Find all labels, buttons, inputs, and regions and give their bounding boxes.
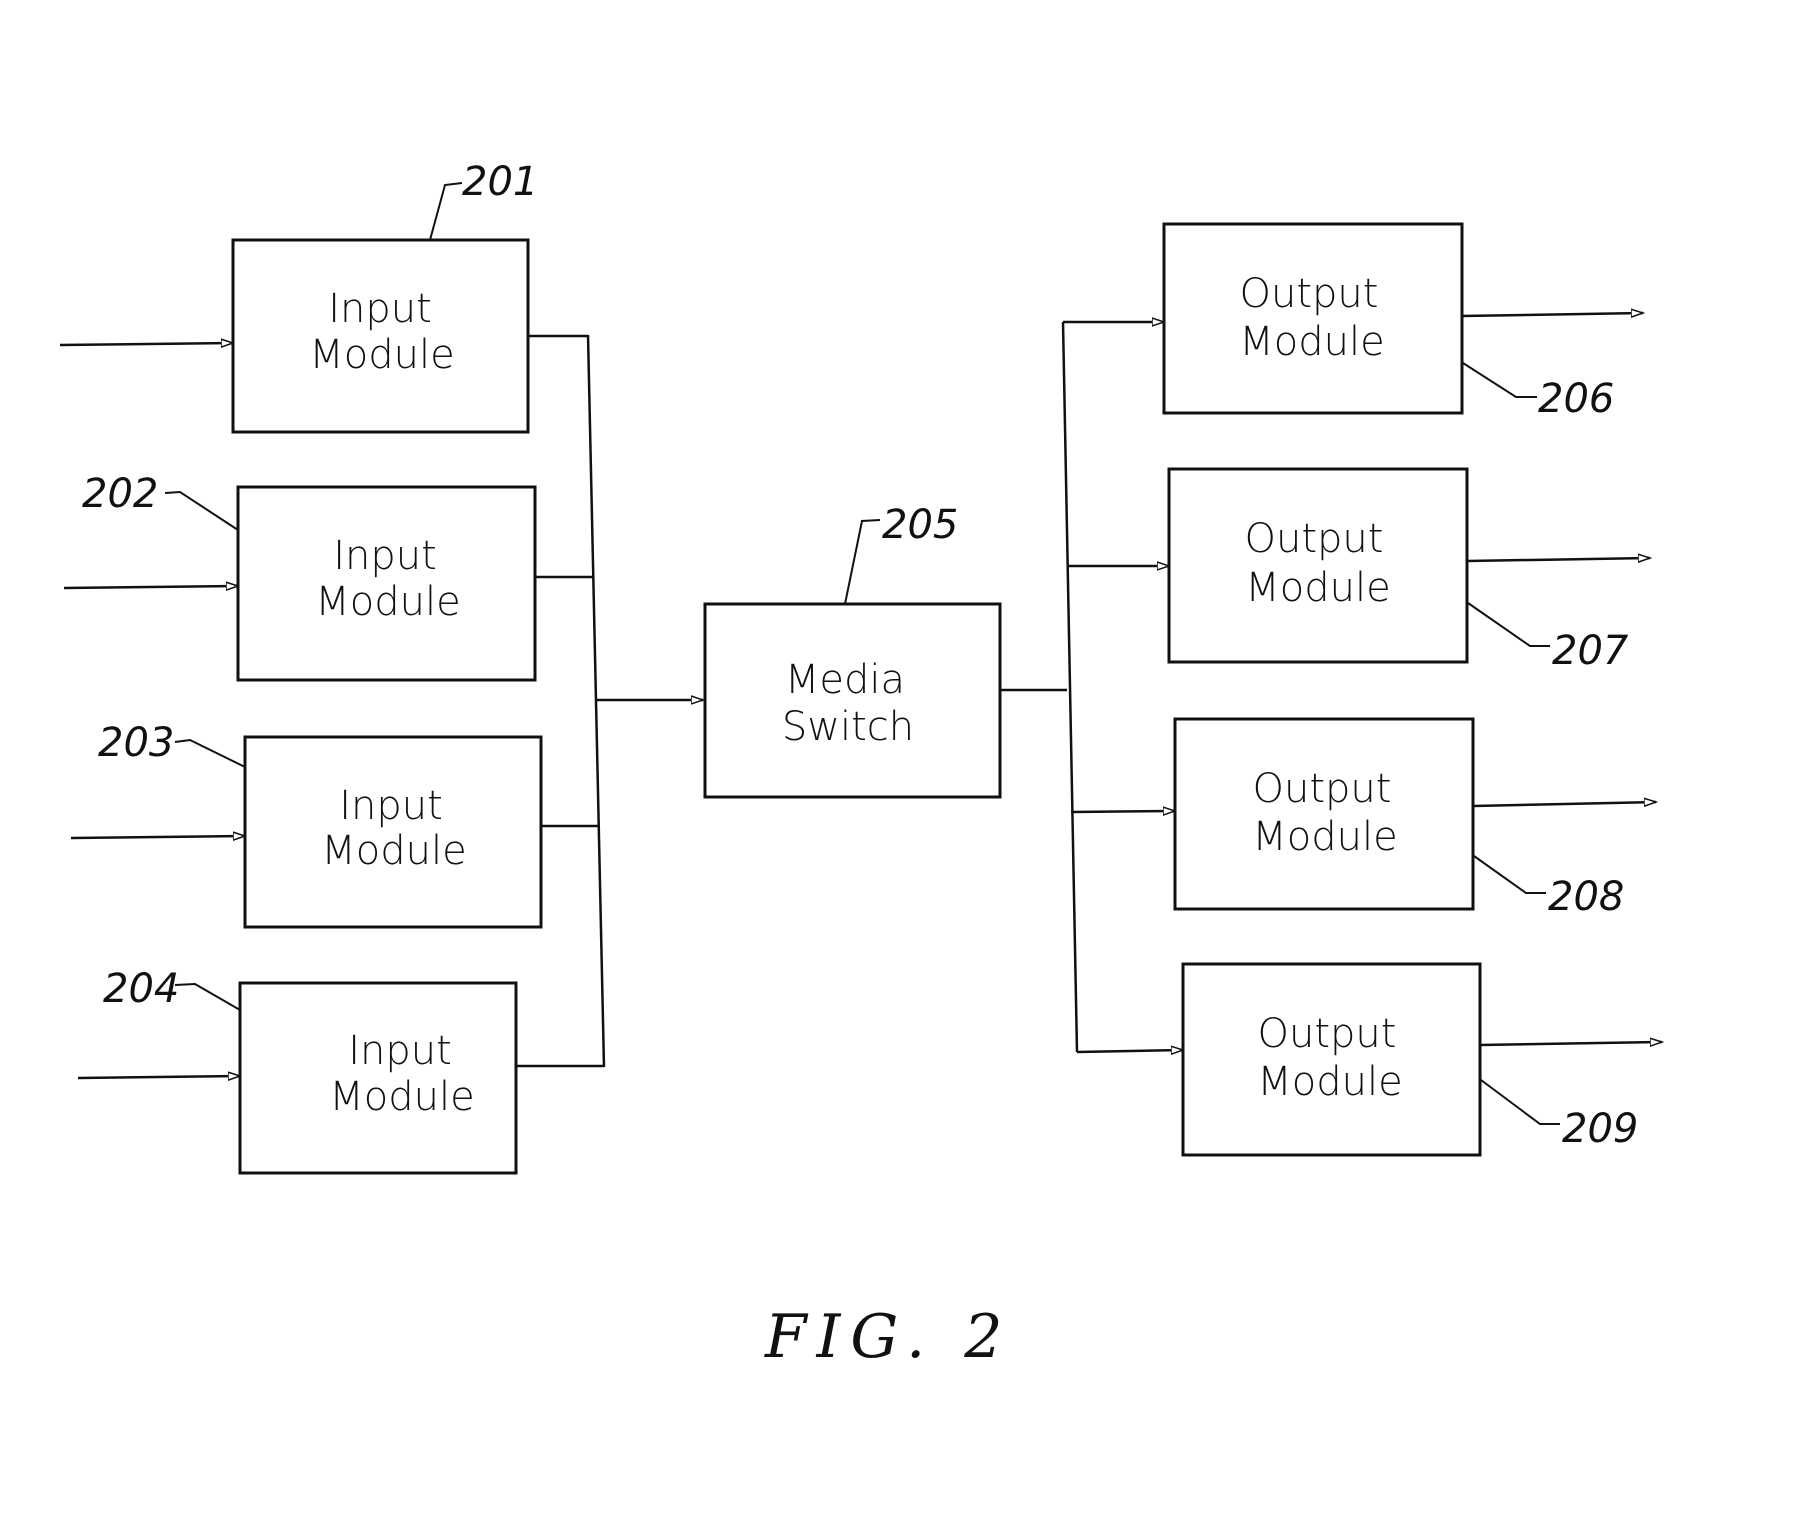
module-label-line1: Output — [1240, 271, 1379, 317]
input-line-204 — [77, 1076, 240, 1078]
module-label-line1: Output — [1245, 516, 1384, 562]
input-line-202 — [63, 586, 238, 588]
leader-line-206 — [1462, 362, 1537, 398]
input-line-203 — [70, 836, 245, 838]
leader-line-204 — [174, 982, 241, 1011]
leader-line-202 — [164, 490, 239, 531]
leader-line-201 — [429, 182, 463, 241]
reference-number: 203 — [98, 720, 174, 766]
input-module-201: Input Module 201 — [59, 159, 588, 434]
reference-number: 207 — [1552, 628, 1629, 674]
media-switch-205: Media Switch 205 — [703, 502, 1002, 799]
leader-line-209 — [1480, 1079, 1560, 1125]
module-label-line2: Module — [1245, 565, 1390, 611]
output-line-207 — [1466, 558, 1650, 561]
module-label-line1: Output — [1253, 766, 1392, 812]
bus-to-output-208 — [1070, 811, 1175, 812]
output-line-209 — [1479, 1042, 1662, 1045]
module-label-line1: Input — [333, 533, 437, 579]
reference-number: 202 — [82, 471, 158, 517]
reference-number: 205 — [882, 502, 958, 548]
leader-line-207 — [1467, 602, 1550, 647]
reference-number: 204 — [103, 966, 179, 1012]
leader-line-203 — [174, 738, 246, 768]
reference-number: 209 — [1562, 1106, 1638, 1152]
input-line-201 — [59, 343, 233, 345]
block-diagram: Input Module 201 Input Module 202 Input … — [59, 159, 1794, 1372]
module-label-line1: Input — [328, 286, 432, 332]
output-module-208: Output Module 208 — [1070, 717, 1656, 920]
output-line-208 — [1472, 802, 1656, 806]
reference-number: 206 — [1538, 376, 1614, 422]
leader-line-208 — [1473, 855, 1546, 894]
module-label-line2: Module — [1257, 1059, 1402, 1105]
output-line-206 — [1461, 313, 1643, 316]
reference-number: 208 — [1548, 874, 1624, 920]
input-module-202: Input Module 202 — [63, 471, 594, 682]
leader-line-205 — [844, 519, 881, 605]
input-module-204: Input Module 204 — [77, 966, 604, 1175]
media-switch-label-line1: Media — [785, 657, 905, 703]
module-label-line1: Input — [348, 1028, 452, 1074]
module-label-line2: Module — [315, 579, 460, 625]
output-bus — [1061, 321, 1079, 1053]
module-label-line1: Output — [1258, 1011, 1397, 1057]
figure-caption: FIG. 2 — [764, 1302, 1012, 1372]
output-module-206: Output Module 206 — [1063, 222, 1643, 422]
module-label-line2: Module — [1252, 814, 1397, 860]
module-label-line1: Input — [339, 783, 443, 829]
module-label-line2: Module — [1239, 319, 1384, 365]
bus-to-output-209 — [1076, 1050, 1183, 1052]
module-label-line2: Module — [329, 1074, 474, 1120]
output-module-209: Output Module 209 — [1076, 962, 1662, 1157]
reference-number: 201 — [462, 159, 538, 205]
output-module-207: Output Module 207 — [1067, 467, 1650, 674]
module-label-line2: Module — [309, 332, 454, 378]
module-label-line2: Module — [321, 828, 466, 874]
media-switch-label-line2: Switch — [782, 704, 914, 750]
input-module-203: Input Module 203 — [70, 720, 598, 929]
